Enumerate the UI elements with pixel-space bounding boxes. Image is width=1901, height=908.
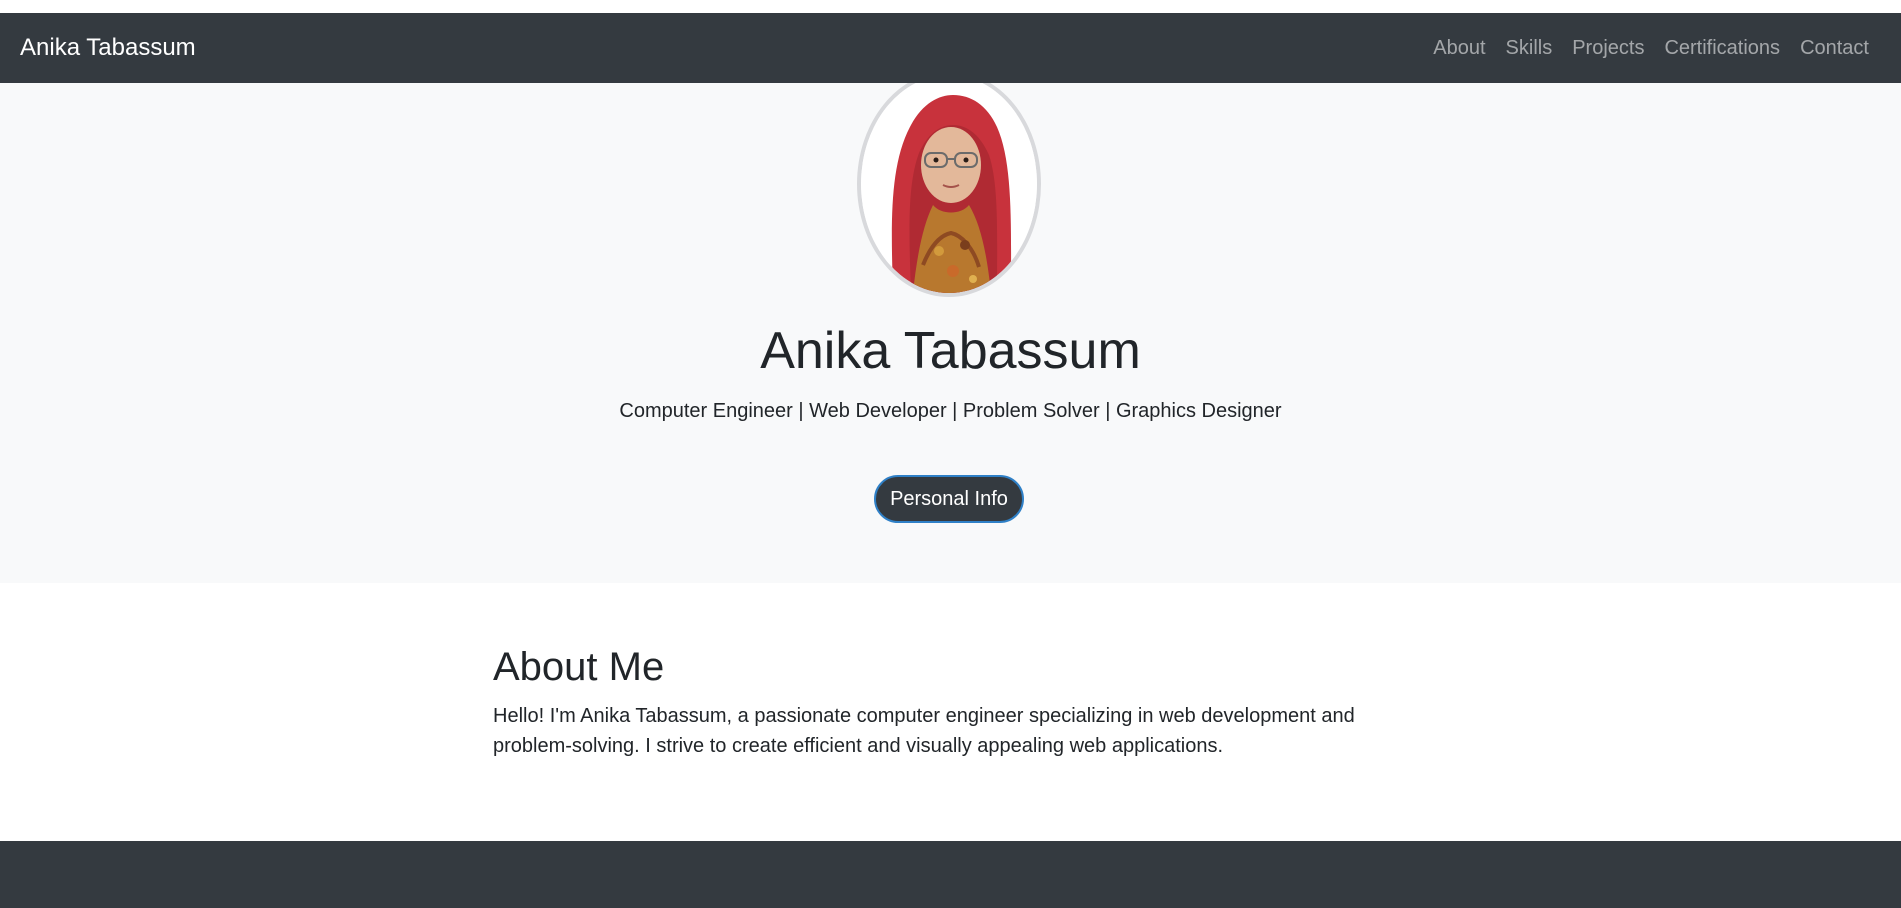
about-title: About Me (493, 645, 665, 689)
nav-link-certifications[interactable]: Certifications (1664, 37, 1780, 60)
hero-tagline: Computer Engineer | Web Developer | Prob… (619, 400, 1282, 422)
top-strip (0, 0, 1901, 13)
nav-link-about[interactable]: About (1433, 37, 1485, 60)
nav-link-skills[interactable]: Skills (1506, 37, 1553, 60)
about-text: Hello! I'm Anika Tabassum, a passionate … (493, 701, 1393, 761)
avatar (857, 71, 1041, 297)
profile-photo (861, 75, 1037, 293)
nav-link-projects[interactable]: Projects (1572, 37, 1644, 60)
hero-name: Anika Tabassum (760, 322, 1141, 380)
about-text-line-2: problem-solving. I strive to create effi… (493, 735, 1224, 757)
about-section: About Me Hello! I'm Anika Tabassum, a pa… (0, 583, 1901, 841)
page: Anika Tabassum About Skills Projects Cer… (0, 0, 1901, 908)
navbar: Anika Tabassum About Skills Projects Cer… (0, 13, 1901, 83)
personal-info-button[interactable]: Personal Info (874, 475, 1024, 523)
hero-section: Anika Tabassum Computer Engineer | Web D… (0, 71, 1901, 583)
navbar-brand[interactable]: Anika Tabassum (20, 13, 196, 83)
about-text-line-1: Hello! I'm Anika Tabassum, a passionate … (493, 705, 1355, 727)
nav-links: About Skills Projects Certifications Con… (1413, 13, 1869, 83)
footer (0, 841, 1901, 908)
about-content: About Me Hello! I'm Anika Tabassum, a pa… (493, 643, 1393, 761)
nav-link-contact[interactable]: Contact (1800, 37, 1869, 60)
